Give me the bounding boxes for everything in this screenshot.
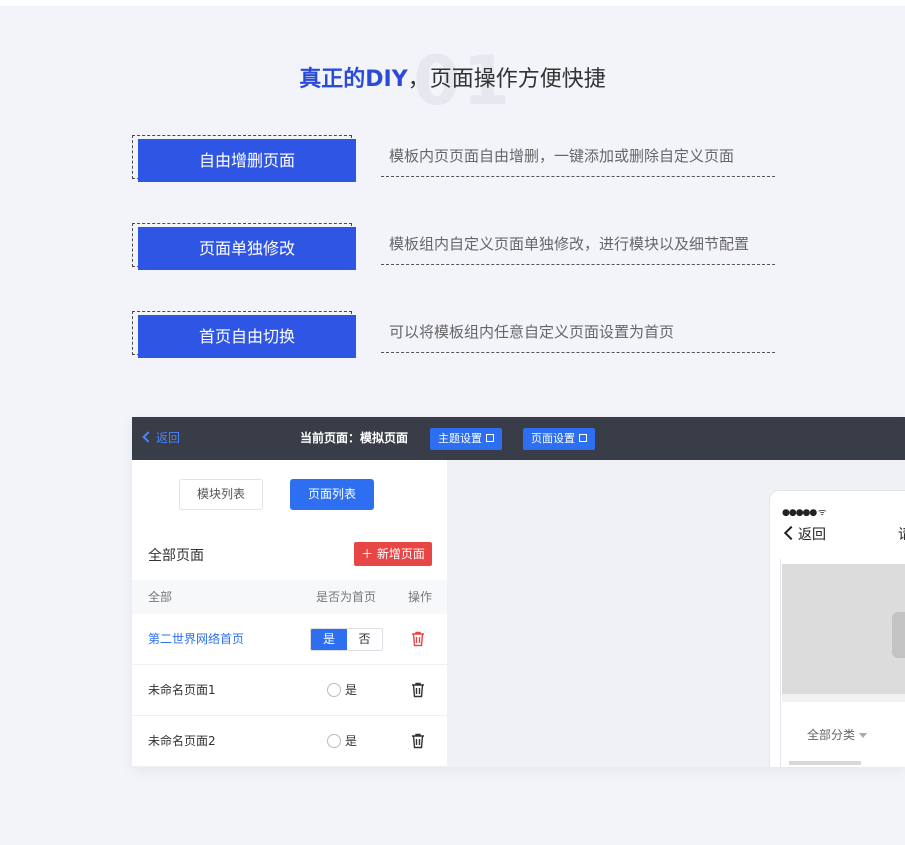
phone-preview: ●●●●● ᯤ 返回 请 全部分类 (769, 490, 905, 767)
home-toggle[interactable]: 是 否 (310, 628, 383, 651)
all-pages-title: 全部页面 (148, 548, 204, 564)
add-page-button[interactable]: ＋ 新增页面 (354, 542, 432, 566)
trash-icon[interactable] (411, 733, 425, 749)
feature-button-edit[interactable]: 页面单独修改 (138, 227, 356, 270)
page-name-link[interactable]: 第二世界网络首页 (148, 614, 244, 665)
page-name[interactable]: 未命名页面1 (148, 665, 216, 716)
radio-circle (327, 682, 341, 697)
image-icon (892, 612, 905, 658)
set-home-radio[interactable]: 是 (327, 682, 357, 698)
table-header: 全部 是否为首页 操作 (132, 580, 447, 614)
trash-icon[interactable] (411, 631, 425, 647)
set-home-radio[interactable]: 是 (327, 733, 357, 749)
add-page-label: 新增页面 (376, 547, 425, 561)
external-link-icon (486, 434, 494, 442)
pages-panel: 模块列表 页面列表 全部页面 ＋ 新增页面 全部 是否为首页 操作 第二世界网络… (132, 460, 447, 767)
trash-icon[interactable] (411, 682, 425, 698)
radio-label: 是 (345, 734, 358, 748)
external-link-icon (579, 434, 587, 442)
feature-description: 可以将模板组内任意自定义页面设置为首页 (381, 319, 775, 353)
chevron-left-icon (142, 431, 154, 443)
phone-nav-title: 请 (898, 525, 905, 545)
editor-screenshot: 返回 当前页面：模拟页面 主题设置 页面设置 模块列表 页面列表 全部页面 ＋ … (132, 417, 905, 767)
tab-module-list[interactable]: 模块列表 (179, 479, 263, 510)
column-header-action: 操作 (408, 590, 433, 604)
tab-page-list[interactable]: 页面列表 (290, 479, 374, 510)
category-dropdown-label: 全部分类 (807, 728, 856, 742)
divider (782, 694, 905, 702)
plus-icon: ＋ (361, 547, 377, 561)
page-settings-label: 页面设置 (531, 432, 575, 445)
theme-settings-button[interactable]: 主题设置 (430, 428, 502, 450)
current-page-label: 当前页面：模拟页面 (300, 431, 409, 445)
back-link-label: 返回 (156, 431, 181, 445)
caret-down-icon (859, 733, 868, 738)
page-name[interactable]: 未命名页面2 (148, 716, 216, 767)
home-toggle-no[interactable]: 否 (347, 629, 382, 650)
section-heading: 01 真正的DIY，页面操作方便快捷 (0, 48, 905, 118)
table-row: 未命名页面2 是 (132, 716, 447, 767)
home-toggle-yes[interactable]: 是 (311, 629, 347, 650)
section-title: 真正的DIY，页面操作方便快捷 (0, 64, 905, 96)
column-header-is-home: 是否为首页 (316, 590, 377, 604)
editor-topbar: 返回 当前页面：模拟页面 主题设置 页面设置 (132, 417, 905, 460)
table-row: 未命名页面1 是 (132, 665, 447, 716)
phone-back-button[interactable]: 返回 (783, 525, 826, 545)
category-dropdown[interactable]: 全部分类 (807, 726, 868, 743)
theme-settings-label: 主题设置 (438, 432, 482, 445)
page-settings-button[interactable]: 页面设置 (523, 428, 595, 450)
feature-description: 模板内页页面自由增删，一键添加或删除自定义页面 (381, 143, 775, 177)
section-title-highlight: 真正的DIY (299, 67, 408, 92)
phone-back-label: 返回 (798, 527, 826, 543)
feature-description: 模板组内自定义页面单独修改，进行模块以及细节配置 (381, 231, 775, 265)
chevron-left-icon (783, 525, 799, 541)
table-row: 第二世界网络首页 是 否 (132, 614, 447, 665)
column-header-all: 全部 (148, 590, 173, 604)
phone-content: 全部分类 (780, 559, 905, 767)
section-title-rest: ，页面操作方便快捷 (407, 67, 606, 92)
image-placeholder[interactable] (782, 564, 905, 694)
top-strip (0, 0, 905, 6)
back-link[interactable]: 返回 (142, 417, 181, 460)
feature-button-add-delete[interactable]: 自由增删页面 (138, 139, 356, 182)
feature-row-edit: 页面单独修改 模板组内自定义页面单独修改，进行模块以及细节配置 (132, 223, 777, 273)
feature-row-home-switch: 首页自由切换 可以将模板组内任意自定义页面设置为首页 (132, 311, 777, 361)
radio-circle (327, 733, 341, 748)
feature-button-home-switch[interactable]: 首页自由切换 (138, 315, 356, 358)
feature-row-add-delete: 自由增删页面 模板内页页面自由增删，一键添加或删除自定义页面 (132, 135, 777, 185)
phone-status-bar: ●●●●● ᯤ (782, 508, 826, 518)
radio-label: 是 (345, 683, 358, 697)
category-bar (789, 761, 861, 765)
